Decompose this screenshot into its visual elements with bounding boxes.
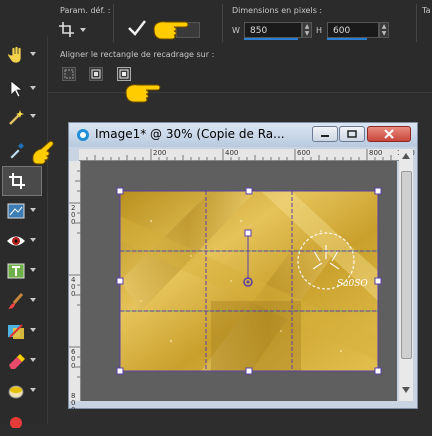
image-canvas[interactable]: Sa0SO <box>81 161 397 401</box>
pick-tool[interactable] <box>2 74 42 104</box>
red-eye-tool[interactable] <box>2 226 42 256</box>
straighten-icon <box>7 203 25 219</box>
ruler-label: 4 0 0 <box>71 276 76 298</box>
crop-icon <box>59 22 86 37</box>
maximize-icon <box>347 130 357 138</box>
close-button[interactable] <box>367 126 411 142</box>
lighten-tool[interactable] <box>2 406 42 436</box>
arrow-icon <box>10 80 24 98</box>
ruler-label: 600 <box>297 149 311 157</box>
separator <box>416 4 417 42</box>
eraser-icon <box>9 354 25 369</box>
signature-text: Sa0SO <box>337 279 368 289</box>
canvas-icon <box>64 69 74 79</box>
separator <box>113 4 114 42</box>
lighten-icon <box>10 417 22 428</box>
window-title: Image1* @ 30% (Copie de Ra... <box>95 127 285 141</box>
scroll-thumb[interactable] <box>401 171 412 359</box>
selection-icon <box>119 69 129 79</box>
paint-brush-tool[interactable] <box>2 286 42 316</box>
magic-wand-icon <box>9 110 24 125</box>
align-label: Aligner le rectangle de recadrage sur : <box>60 50 215 59</box>
clone-tool[interactable] <box>2 316 42 346</box>
width-slider[interactable] <box>244 38 298 40</box>
clone-icon <box>8 324 24 339</box>
align-selection-button[interactable] <box>117 67 131 81</box>
ruler-label: 200 <box>153 149 167 157</box>
scroll-up-icon[interactable] <box>402 153 410 159</box>
height-field[interactable]: 600 <box>327 22 379 38</box>
eraser-tool[interactable] <box>2 346 42 376</box>
hand-tool[interactable] <box>2 40 42 70</box>
vertical-scrollbar[interactable] <box>399 149 413 401</box>
ruler-label: 2 0 0 <box>71 204 76 226</box>
scroll-down-icon[interactable] <box>402 387 410 393</box>
canvas-area[interactable]: Sa0SO <box>81 161 397 401</box>
ruler-label: 400 <box>225 149 239 157</box>
separator <box>222 4 223 42</box>
bucket-icon <box>8 385 24 399</box>
ruler-label: 6 0 0 <box>71 348 76 370</box>
vertical-ruler: 2 0 0 4 0 0 6 0 0 8 0 0 <box>69 161 81 414</box>
width-stepper[interactable]: ▲ ▼ <box>302 22 312 38</box>
pointer-hand-icon <box>153 21 189 40</box>
app-icon <box>77 129 89 141</box>
ruler-ticks <box>79 149 399 161</box>
minimize-button[interactable] <box>312 126 338 142</box>
close-icon <box>384 129 394 139</box>
truncated-label: Ta <box>422 6 431 15</box>
image-window[interactable]: Image1* @ 30% (Copie de Ra... 200 400 60… <box>68 122 418 414</box>
height-stepper[interactable]: ▲ ▼ <box>379 22 389 38</box>
text-icon <box>7 263 25 279</box>
align-canvas-button[interactable] <box>62 67 76 81</box>
eye-icon <box>7 236 25 246</box>
crop-icon <box>9 173 25 189</box>
layer-icon <box>91 69 101 79</box>
apply-button[interactable] <box>126 18 150 38</box>
tool-options-bar: Param. déf. : Dimensions en pixels : W 8… <box>0 0 432 47</box>
horizontal-ruler: 200 400 600 800 1000 <box>79 149 415 161</box>
brush-icon <box>8 293 24 309</box>
pointer-hand-icon <box>125 84 161 103</box>
window-titlebar[interactable]: Image1* @ 30% (Copie de Ra... <box>69 123 417 147</box>
crop-tool[interactable] <box>2 166 42 196</box>
minimize-icon <box>321 135 329 137</box>
height-letter: H <box>316 26 323 35</box>
text-tool[interactable] <box>2 256 42 286</box>
width-letter: W <box>232 26 240 35</box>
align-options-bar: Aligner le rectangle de recadrage sur : <box>0 46 432 103</box>
ruler-label: 800 <box>369 149 383 157</box>
width-field[interactable]: 850 <box>244 22 302 38</box>
pointer-hand-icon <box>32 140 54 165</box>
fill-tool[interactable] <box>2 376 42 406</box>
magic-wand-tool[interactable] <box>2 102 42 132</box>
checkmark-icon <box>128 20 146 36</box>
height-slider[interactable] <box>327 38 367 40</box>
maximize-button[interactable] <box>339 126 365 142</box>
preset-dropdown[interactable] <box>56 18 96 40</box>
toolbox <box>0 36 48 428</box>
straighten-tool[interactable] <box>2 196 42 226</box>
dimensions-label: Dimensions en pixels : <box>232 6 323 15</box>
hand-icon <box>8 46 22 64</box>
ruler-label: 8 0 0 <box>71 392 76 414</box>
dropper-icon <box>9 143 24 160</box>
preset-label: Param. déf. : <box>60 6 111 15</box>
align-layer-button[interactable] <box>89 67 103 81</box>
